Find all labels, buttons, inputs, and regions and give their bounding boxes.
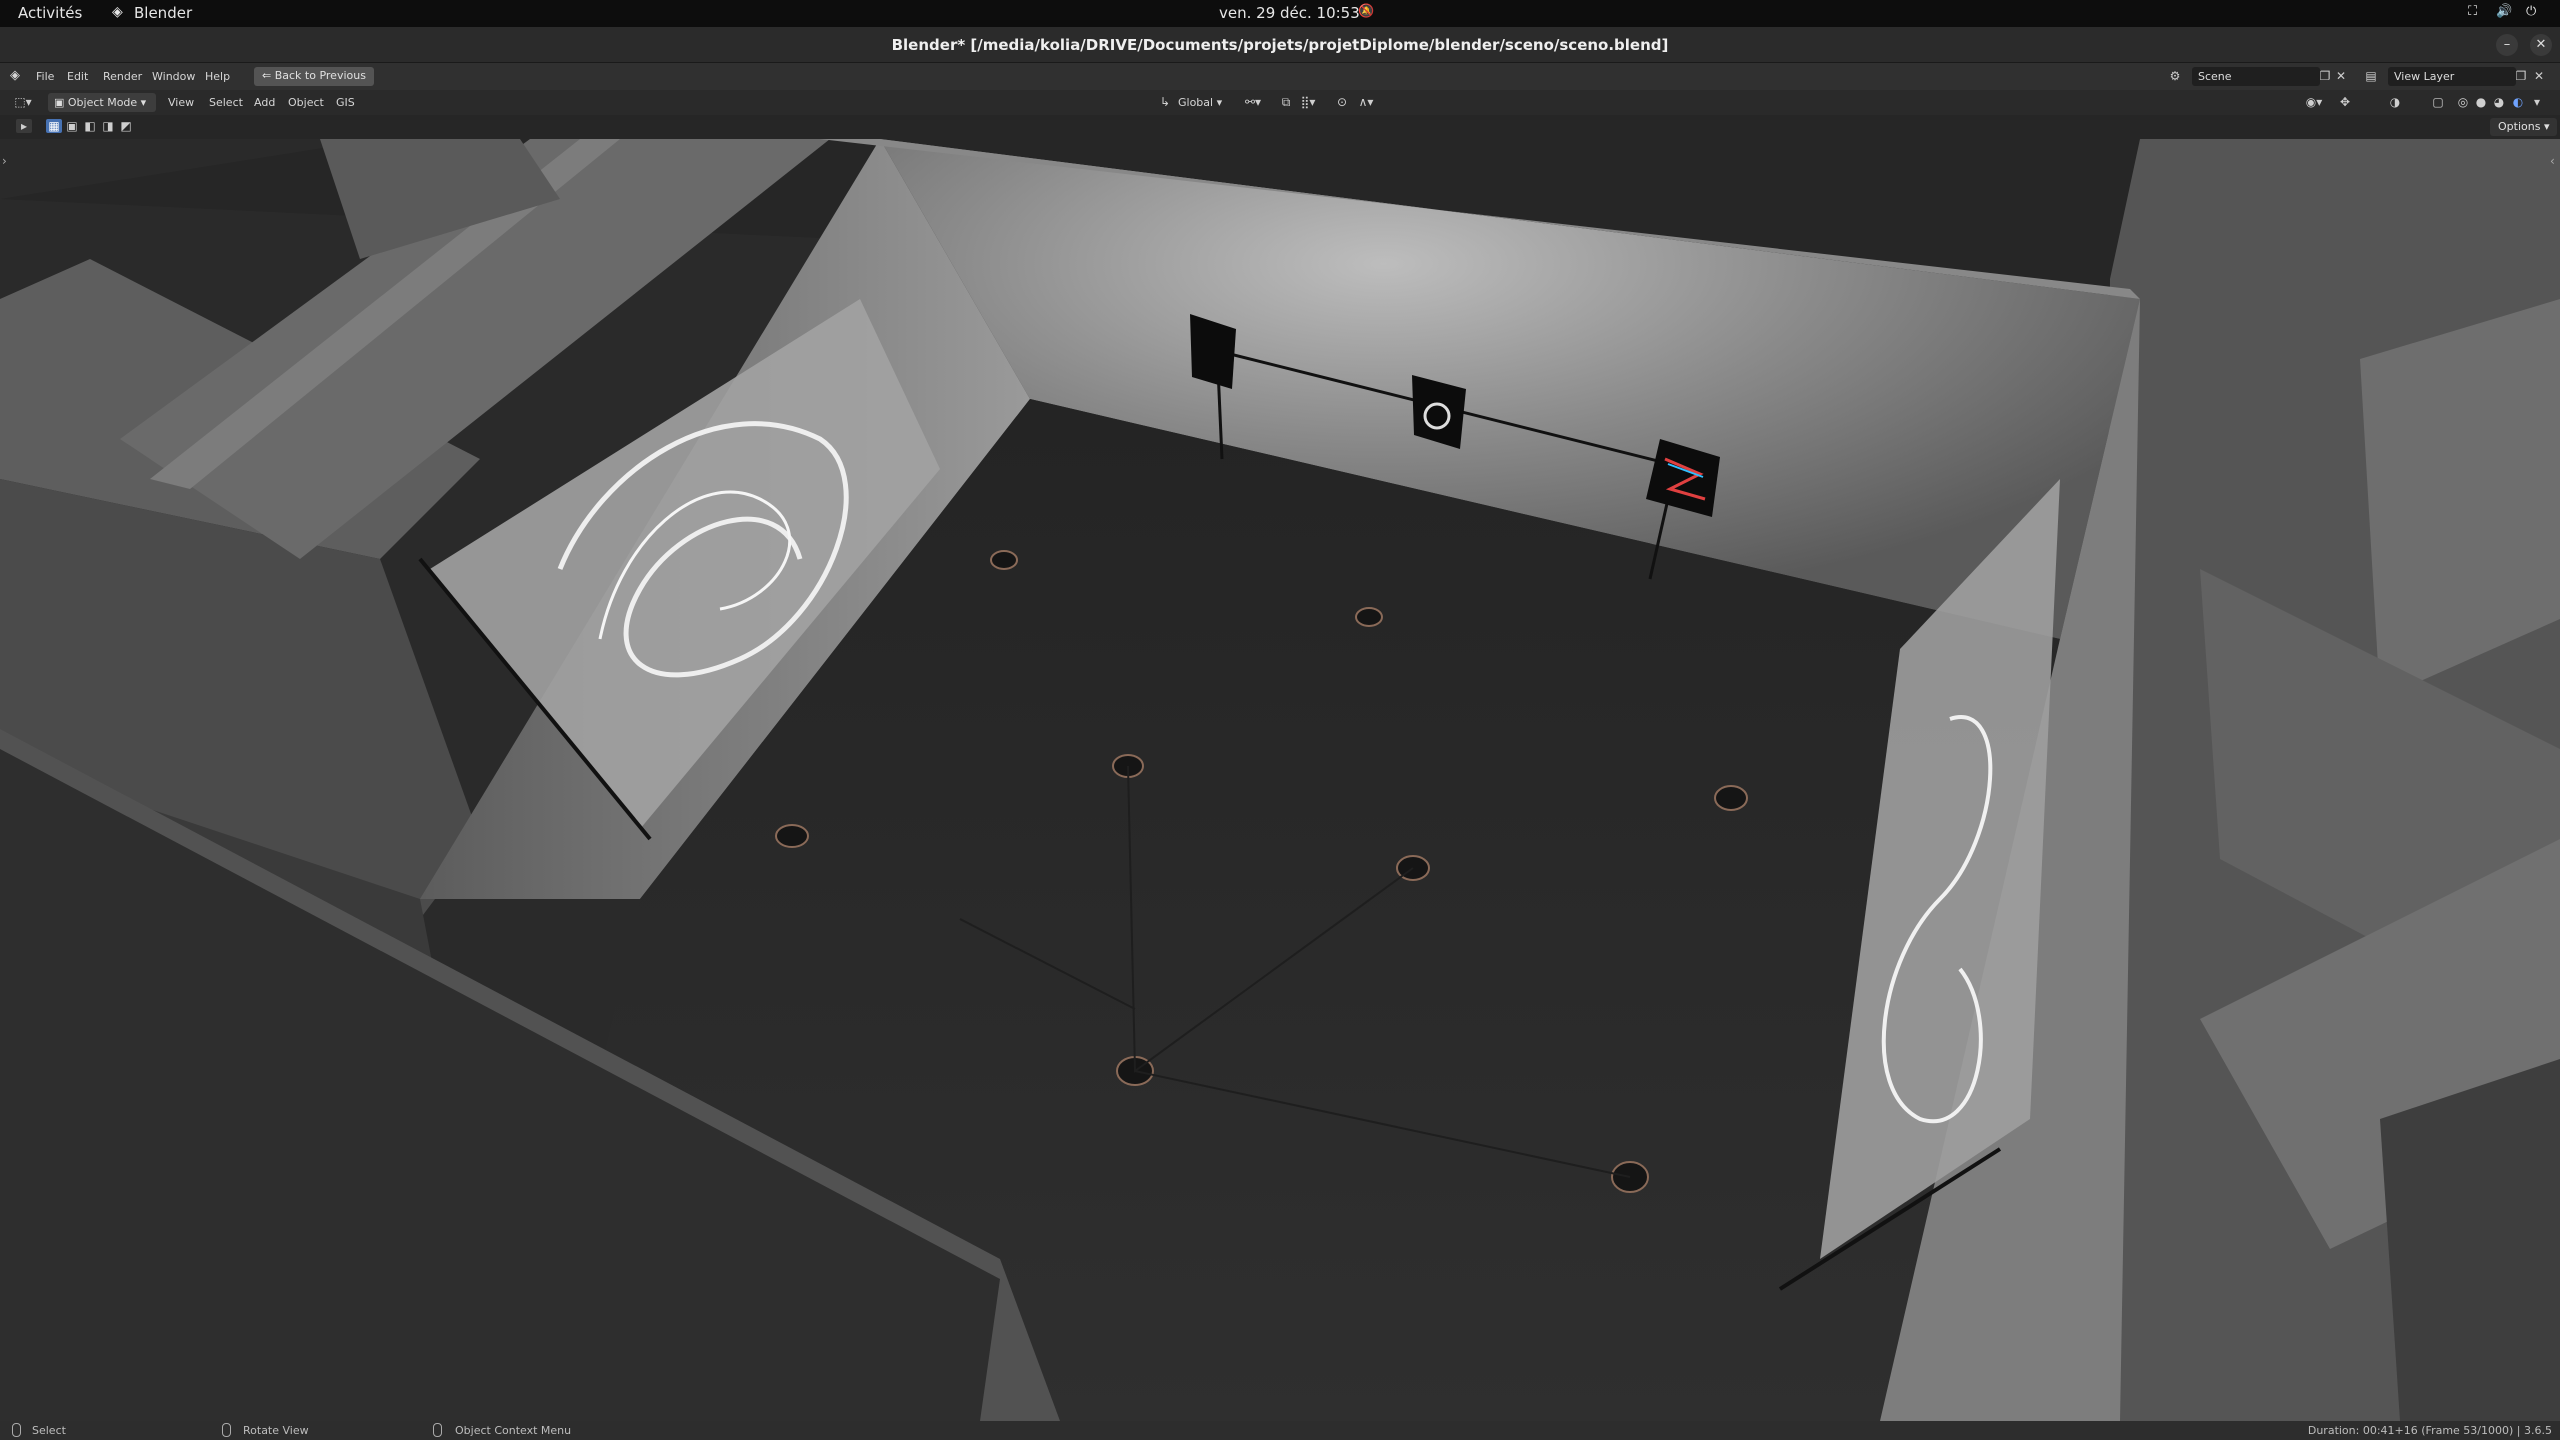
view-layer-new-icon[interactable]: ❐ [2514,69,2528,83]
view-layer-browse-icon[interactable]: ▤ [2362,69,2380,83]
menu-gis[interactable]: GIS [336,96,355,109]
snap-toggle-icon[interactable]: ⧉ [1278,95,1294,109]
svg-text:›: › [2,154,7,168]
visibility-icon[interactable]: ◉▾ [2300,95,2328,109]
shading-wireframe-icon[interactable]: ◎ [2456,95,2470,109]
select-tool-icon[interactable]: ▸ [16,119,32,133]
proportional-editing-icon[interactable]: ⊙ [1334,95,1350,109]
mode-subtract-selection-icon[interactable]: ◧ [82,119,98,133]
menu-file[interactable]: File [36,70,54,83]
3d-viewport[interactable]: › ‹ [0,139,2560,1421]
status-info: Duration: 00:41+16 (Frame 53/1000) | 3.6… [2307,1424,2552,1437]
scene-render: › ‹ [0,139,2560,1421]
status-rotate-view: Rotate View [243,1424,309,1437]
mouse-middle-icon [222,1423,231,1437]
mode-invert-selection-icon[interactable]: ◨ [100,119,116,133]
view-layer-name-field[interactable]: View Layer [2388,67,2516,86]
menu-window[interactable]: Window [152,70,195,83]
mode-new-selection-icon[interactable]: ▦ [46,119,62,133]
gnome-top-bar: Activités ◈ Blender ven. 29 déc. 10:53 🔕… [0,0,2560,27]
window-titlebar: Blender* [/media/kolia/DRIVE/Documents/p… [0,27,2560,63]
status-select: Select [32,1424,66,1437]
shading-rendered-icon[interactable]: ◐ [2510,95,2526,109]
network-icon[interactable]: ⛶ [2468,4,2477,19]
app-menu-label[interactable]: Blender [134,4,192,22]
svg-text:‹: ‹ [2550,154,2555,168]
pivot-point-icon[interactable]: ⚯▾ [1242,95,1264,109]
clock[interactable]: ven. 29 déc. 10:53 [1219,4,1360,22]
back-to-previous-button[interactable]: ⇐ Back to Previous [254,67,374,86]
shading-material-icon[interactable]: ◕ [2492,95,2506,109]
back-icon: ⇐ [262,69,275,82]
scene-new-icon[interactable]: ❐ [2318,69,2332,83]
menu-select[interactable]: Select [209,96,243,109]
menu-render[interactable]: Render [103,70,142,83]
editor-type-icon[interactable]: ⬚▾ [12,95,34,109]
mouse-right-icon [433,1423,442,1437]
options-dropdown[interactable]: Options ▾ [2490,118,2558,136]
status-bar: Select Rotate View Object Context Menu D… [0,1421,2560,1440]
scene-close-icon[interactable]: ✕ [2334,69,2348,83]
minimize-icon[interactable]: – [2496,34,2518,56]
orientation-dropdown[interactable]: Global ▾ [1178,96,1222,109]
menu-help[interactable]: Help [205,70,230,83]
gizmo-toggle-icon[interactable]: ✥ [2336,95,2354,109]
menu-object[interactable]: Object [288,96,324,109]
viewport-header: ⬚▾ ▣ Object Mode ▾ View Select Add Objec… [0,90,2560,115]
activities-button[interactable]: Activités [18,4,82,22]
notification-mute-icon: 🔕 [1358,4,1375,19]
scene-browse-icon[interactable]: ⚙ [2166,69,2184,83]
object-mode-icon: ▣ [54,96,68,109]
close-icon[interactable]: ✕ [2530,34,2552,56]
view-layer-close-icon[interactable]: ✕ [2532,69,2546,83]
xray-toggle-icon[interactable]: ▢ [2430,95,2446,109]
shading-solid-icon[interactable]: ● [2474,95,2488,109]
blender-logo-icon[interactable]: ◈ [10,68,20,83]
power-icon[interactable]: ⏻ [2526,4,2536,19]
blender-app-icon: ◈ [112,4,123,20]
mode-extend-selection-icon[interactable]: ▣ [64,119,80,133]
overlays-icon[interactable]: ◑ [2386,95,2404,109]
menu-view[interactable]: View [168,96,194,109]
volume-icon[interactable]: 🔊 [2496,4,2512,19]
status-context-menu: Object Context Menu [455,1424,572,1437]
shading-options-icon[interactable]: ▾ [2530,95,2544,109]
tool-header: ▸ ▦ ▣ ◧ ◨ ◩ Options ▾ [0,115,2560,139]
object-mode-dropdown[interactable]: ▣ Object Mode ▾ [48,93,156,112]
transform-orientation-icon[interactable]: ↳ [1158,95,1172,109]
menu-add[interactable]: Add [254,96,275,109]
falloff-icon[interactable]: ∧▾ [1354,95,1378,109]
snap-target-icon[interactable]: ⣿▾ [1296,95,1320,109]
mode-intersect-selection-icon[interactable]: ◩ [118,119,134,133]
blender-menubar: ◈ File Edit Render Window Help ⇐ Back to… [0,63,2560,90]
menu-edit[interactable]: Edit [67,70,88,83]
window-title: Blender* [/media/kolia/DRIVE/Documents/p… [891,36,1669,54]
scene-name-field[interactable]: Scene [2192,67,2320,86]
mouse-left-icon [12,1423,21,1437]
